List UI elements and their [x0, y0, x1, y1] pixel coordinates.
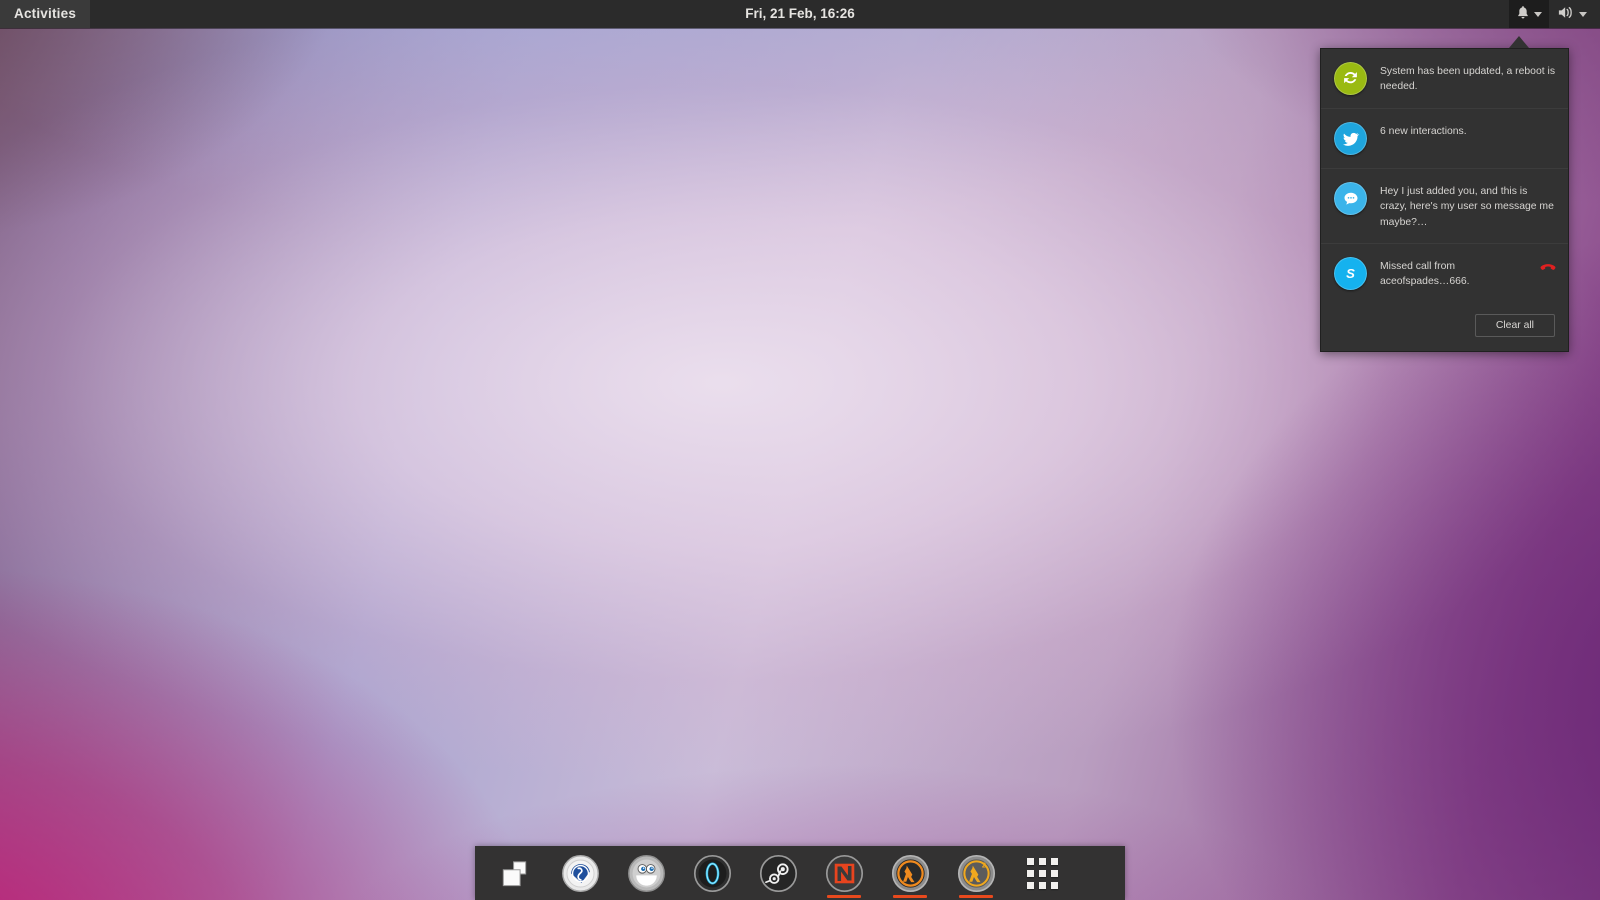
dock-item-dota-2[interactable] [811, 846, 877, 900]
kerbal-space-program-icon [561, 854, 599, 892]
notification-footer: Clear all [1321, 303, 1568, 351]
dock-item-portal-companion[interactable] [613, 846, 679, 900]
app-grid-icon [1026, 857, 1058, 889]
notification-popup-arrow [1509, 36, 1529, 48]
notification-popup: System has been updated, a reboot is nee… [1320, 48, 1569, 352]
dota2-icon [825, 854, 863, 892]
volume-high-icon [1558, 5, 1575, 23]
software-update-icon [1334, 62, 1367, 95]
notification-item-chat[interactable]: Hey I just added you, and this is crazy,… [1321, 168, 1568, 243]
half-life-2-lambda-icon: 2 [957, 854, 995, 892]
windows-stack-icon [502, 860, 526, 886]
svg-text:S: S [1346, 266, 1355, 281]
dock-item-half-life[interactable] [877, 846, 943, 900]
svg-text:2: 2 [981, 860, 985, 869]
notification-item-skype[interactable]: S Missed call from aceofspades…666. [1321, 242, 1568, 303]
top-bar: Activities Fri, 21 Feb, 16:26 [0, 0, 1600, 28]
notification-text: System has been updated, a reboot is nee… [1380, 66, 1556, 93]
running-indicator [959, 895, 993, 898]
chevron-down-icon [1579, 11, 1587, 17]
notification-item-twitter[interactable]: 6 new interactions. [1321, 108, 1568, 168]
notifications-menu-button[interactable] [1509, 0, 1549, 28]
clear-all-button[interactable]: Clear all [1474, 313, 1555, 337]
running-indicator [893, 895, 927, 898]
dock-item-portal[interactable] [679, 846, 745, 900]
dock-item-steam[interactable] [745, 846, 811, 900]
status-area [1509, 0, 1594, 28]
hangup-call-icon[interactable] [1540, 257, 1556, 279]
portal-ring-icon [693, 854, 731, 892]
desktop-screen: Activities Fri, 21 Feb, 16:26 System has… [0, 0, 1600, 900]
dock-item-half-life-2[interactable]: 2 [943, 846, 1009, 900]
chevron-down-icon [1534, 11, 1542, 17]
twitter-icon [1334, 122, 1367, 155]
notification-text: 6 new interactions. [1380, 126, 1467, 137]
dock-item-windows-overview[interactable] [481, 846, 547, 900]
dock: 2 [475, 846, 1125, 900]
system-menu-button[interactable] [1551, 0, 1594, 28]
dock-item-show-applications[interactable] [1009, 846, 1075, 900]
notification-text: Missed call from aceofspades…666. [1380, 260, 1470, 288]
notification-item-system-update[interactable]: System has been updated, a reboot is nee… [1321, 49, 1568, 108]
steam-icon [759, 854, 797, 892]
dock-item-kerbal-space-program[interactable] [547, 846, 613, 900]
skype-icon: S [1334, 256, 1367, 290]
eyes-robot-icon [627, 854, 665, 892]
notification-text: Hey I just added you, and this is crazy,… [1380, 186, 1554, 228]
bell-icon [1516, 5, 1530, 23]
activities-button[interactable]: Activities [0, 0, 91, 28]
chat-bubble-icon [1334, 182, 1367, 215]
running-indicator [827, 895, 861, 898]
half-life-lambda-icon [891, 854, 929, 892]
clock-button[interactable]: Fri, 21 Feb, 16:26 [733, 0, 867, 28]
